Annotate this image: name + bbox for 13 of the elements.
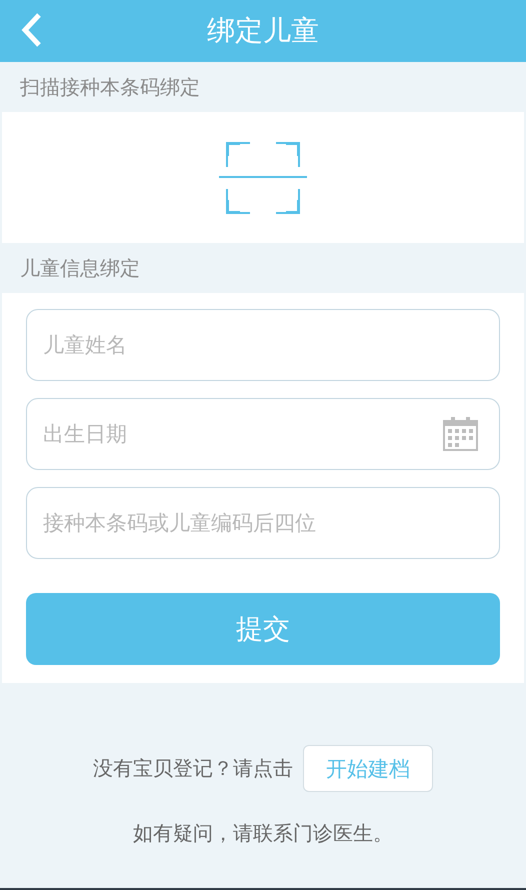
create-record-button[interactable]: 开始建档	[303, 745, 433, 792]
register-prompt: 没有宝贝登记？请点击	[93, 755, 293, 782]
page-title: 绑定儿童	[207, 13, 319, 49]
date-field[interactable]: 出生日期	[26, 398, 500, 470]
input-field[interactable]: 儿童姓名	[26, 309, 500, 381]
section-label: 儿童信息绑定	[19, 254, 141, 282]
calendar-icon[interactable]	[443, 416, 478, 451]
help-note: 如有疑问，请联系门诊医生。	[133, 820, 393, 847]
back-icon	[20, 12, 42, 48]
submit-button[interactable]: 提交	[26, 593, 500, 665]
scan-icon[interactable]	[219, 140, 307, 216]
section-label: 扫描接种本条码绑定	[19, 74, 201, 100]
input-field[interactable]: 接种本条码或儿童编码后四位	[26, 487, 500, 559]
